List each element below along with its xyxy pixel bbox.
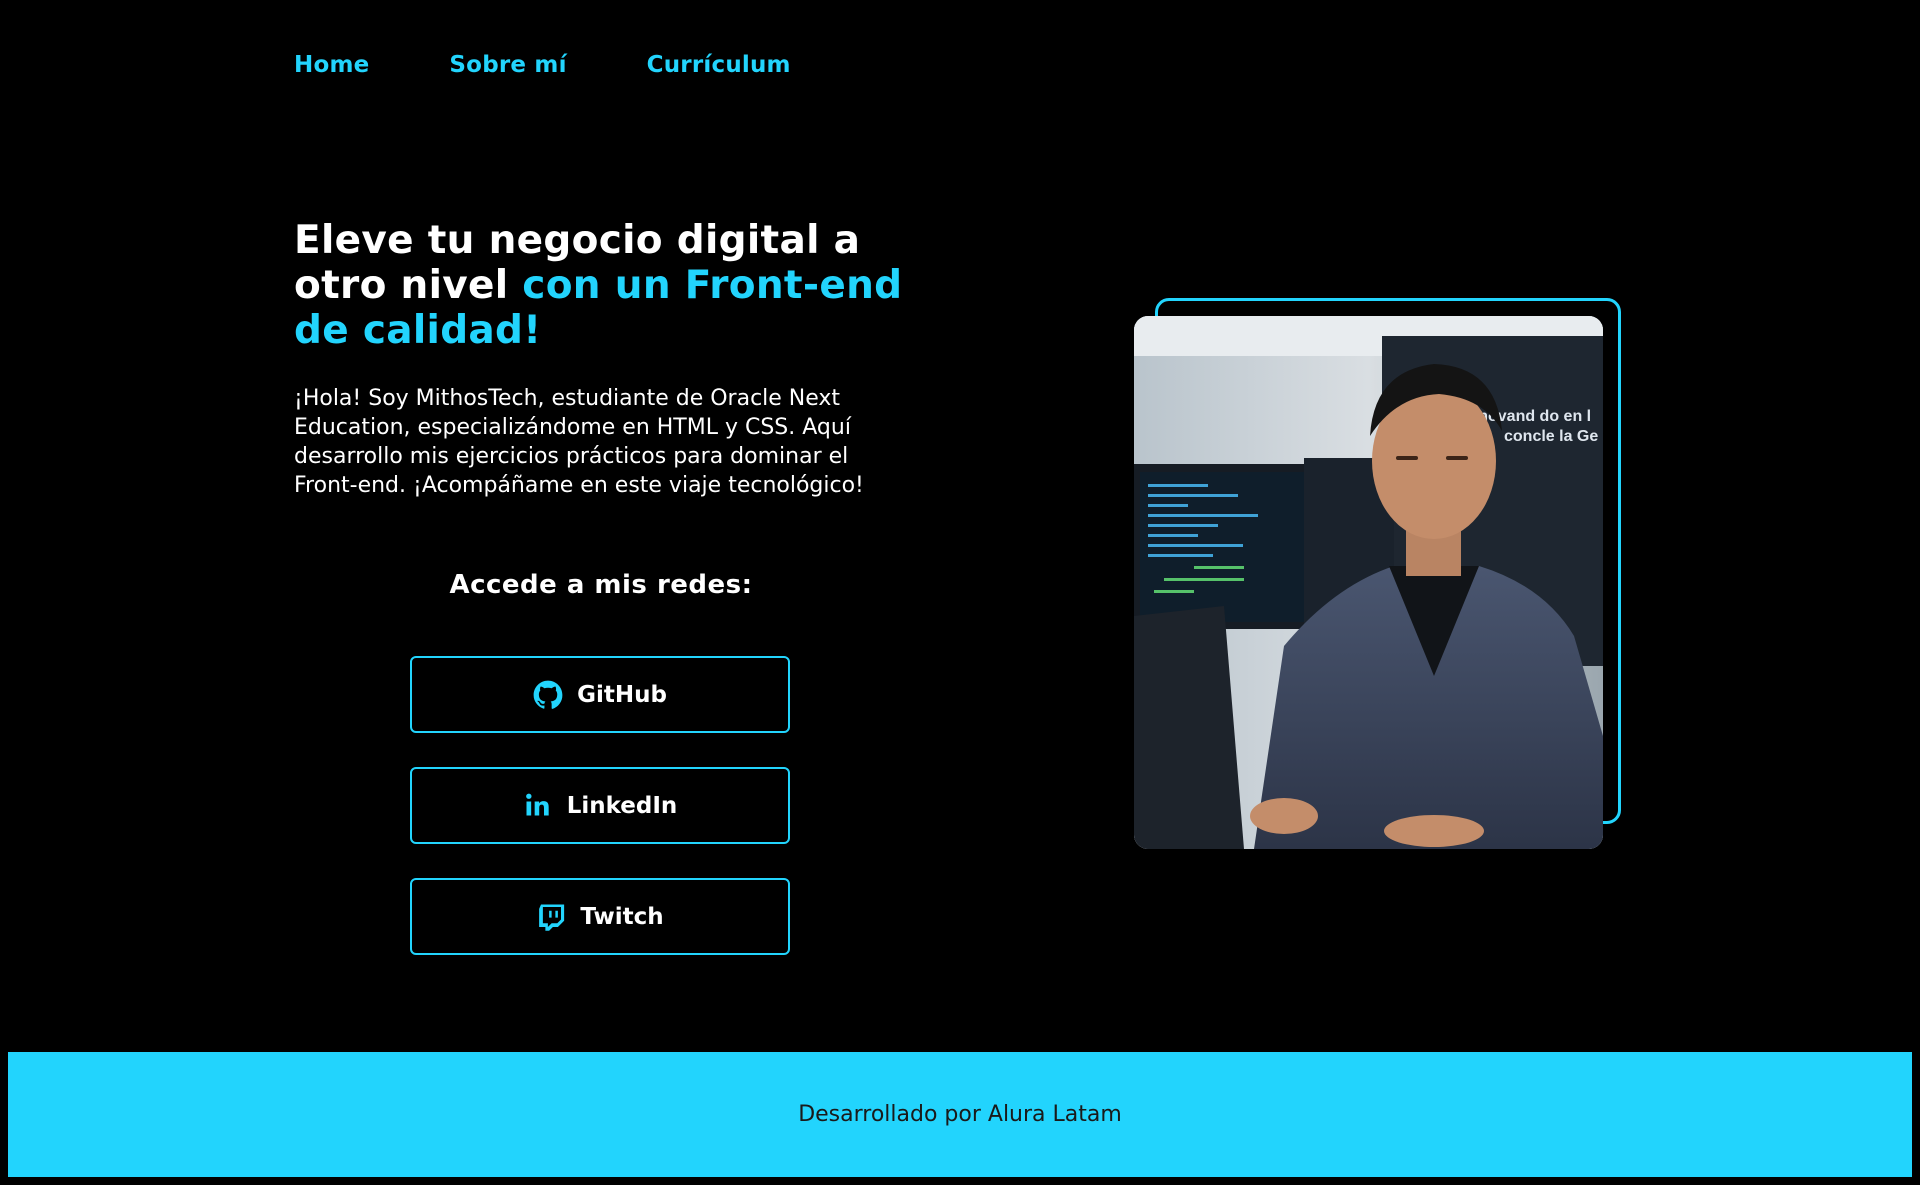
github-button-label: GitHub xyxy=(577,681,667,708)
svg-text:concle la Ge: concle la Ge xyxy=(1504,428,1598,445)
nav-resume-link[interactable]: Currículum xyxy=(647,52,791,78)
linkedin-button-label: LinkedIn xyxy=(566,792,678,819)
hero-description: ¡Hola! Soy MithosTech, estudiante de Ora… xyxy=(294,386,864,498)
twitch-button[interactable]: Twitch xyxy=(410,878,790,955)
social-heading: Accede a mis redes: xyxy=(449,570,753,600)
github-icon xyxy=(533,680,563,710)
hero-title: Eleve tu negocio digital a otro nivel co… xyxy=(294,218,934,353)
linkedin-button[interactable]: LinkedIn xyxy=(410,767,790,844)
nav-home-link[interactable]: Home xyxy=(294,52,369,78)
nav-about-link[interactable]: Sobre mí xyxy=(449,52,566,78)
twitch-button-label: Twitch xyxy=(580,903,664,930)
page: Home Sobre mí Currículum Eleve tu negoci… xyxy=(0,0,1920,1185)
github-button[interactable]: GitHub xyxy=(410,656,790,733)
footer-text: Desarrollado por Alura Latam xyxy=(798,1102,1122,1127)
profile-photo: Innovand do en l concle la Ge xyxy=(1134,316,1603,849)
twitch-icon xyxy=(536,902,566,932)
footer: Desarrollado por Alura Latam xyxy=(8,1052,1912,1177)
main-nav: Home Sobre mí Currículum xyxy=(294,52,791,78)
linkedin-icon xyxy=(523,791,553,821)
